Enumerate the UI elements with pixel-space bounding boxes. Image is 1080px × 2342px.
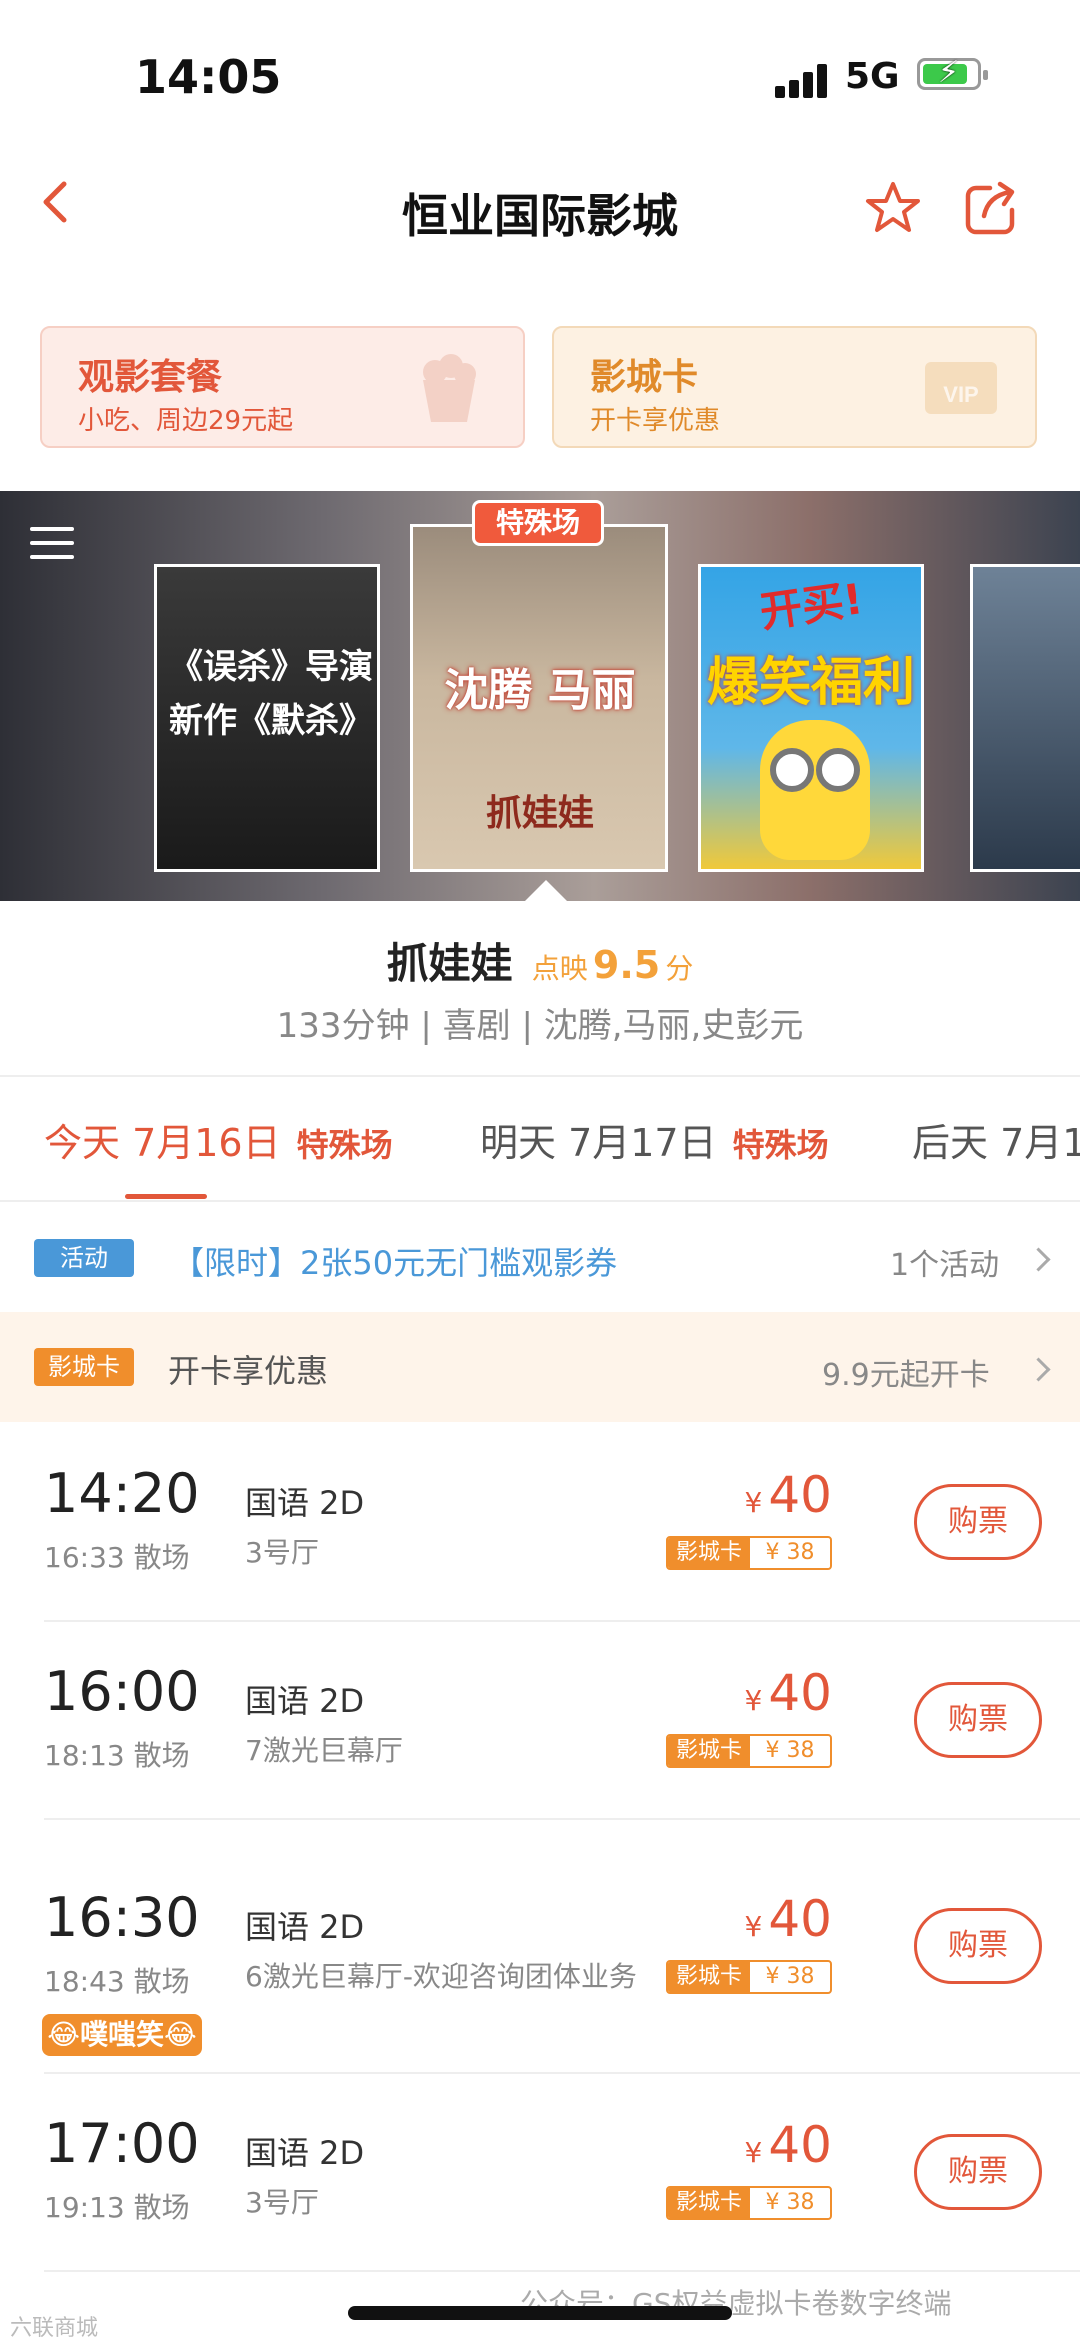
card-price-value: ¥ 38 bbox=[765, 2190, 815, 2215]
showtime-start: 17:00 bbox=[44, 2112, 200, 2175]
price-value: 40 bbox=[768, 1466, 832, 1524]
showtime-end: 19:13 散场 bbox=[44, 2191, 190, 2224]
laugh-tag-badge: 😂噗嗤笑😂 bbox=[42, 2014, 202, 2056]
minion-illustration bbox=[760, 720, 870, 860]
date-tab-today[interactable]: 今天 7月16日 特殊场 bbox=[44, 1112, 393, 1167]
divider bbox=[44, 2270, 1080, 2272]
showtime-end: 18:43 散场 bbox=[44, 1965, 190, 1998]
card-price-label: 影城卡 bbox=[668, 2188, 750, 2218]
divider bbox=[44, 1818, 1080, 1820]
list-menu-icon[interactable] bbox=[30, 523, 74, 563]
cinema-card-text: 开卡享优惠 bbox=[168, 1352, 329, 1390]
currency-symbol: ¥ bbox=[744, 2136, 763, 2169]
special-screening-tag: 特殊场 bbox=[472, 500, 604, 546]
showtime-start: 14:20 bbox=[44, 1462, 200, 1525]
movie-meta: 133分钟 | 喜剧 | 沈腾,马丽,史彭元 bbox=[276, 1006, 804, 1046]
watermark-left: 六联商城 bbox=[10, 2316, 99, 2341]
poster-zhuawawa-title: 抓娃娃 bbox=[485, 793, 594, 834]
signal-icon bbox=[775, 62, 831, 98]
currency-symbol: ¥ bbox=[744, 1486, 763, 1519]
card-price-tag: 影城卡 ¥ 38 bbox=[666, 1960, 832, 1994]
showtime-hall: 3号厅 bbox=[245, 1536, 319, 1569]
svg-text:VIP: VIP bbox=[943, 382, 978, 407]
showtime-hall: 3号厅 bbox=[245, 2186, 319, 2219]
date-tab-day-after[interactable]: 后天 7月1 bbox=[912, 1112, 1080, 1167]
movie-name: 抓娃娃 bbox=[386, 939, 513, 988]
date-tab-day-after-label: 后天 7月1 bbox=[912, 1121, 1080, 1165]
showtime-start: 16:00 bbox=[44, 1660, 200, 1723]
date-tab-tomorrow-label: 明天 7月17日 bbox=[480, 1121, 717, 1165]
showtime-price: ¥40 bbox=[732, 1466, 832, 1524]
showtime-price: ¥40 bbox=[732, 1890, 832, 1948]
date-tab-tomorrow-tag: 特殊场 bbox=[732, 1126, 829, 1164]
score-label: 点映 bbox=[531, 952, 588, 985]
cinema-card-badge: 影城卡 bbox=[34, 1348, 134, 1386]
showtime-end: 16:33 散场 bbox=[44, 1541, 190, 1574]
date-tab-today-tag: 特殊场 bbox=[296, 1126, 393, 1164]
showtime-price: ¥40 bbox=[732, 2116, 832, 2174]
showtime-language: 国语 2D bbox=[245, 2134, 365, 2172]
showtime-language: 国语 2D bbox=[245, 1484, 365, 1522]
card-price-value: ¥ 38 bbox=[765, 1540, 815, 1565]
movie-score: 9.5 bbox=[592, 943, 661, 987]
home-indicator[interactable] bbox=[348, 2306, 732, 2320]
popcorn-icon bbox=[423, 354, 476, 422]
buy-ticket-button[interactable]: 购票 bbox=[914, 1682, 1042, 1758]
price-value: 40 bbox=[768, 1664, 832, 1722]
activity-text[interactable]: 【限时】2张50元无门槛观影券 bbox=[172, 1238, 617, 1284]
date-tab-tomorrow[interactable]: 明天 7月17日 特殊场 bbox=[480, 1112, 829, 1167]
poster-zhuawawa-cast: 沈腾 马丽 bbox=[444, 665, 636, 716]
active-tab-indicator bbox=[125, 1194, 207, 1199]
showtime-language: 国语 2D bbox=[245, 1908, 365, 1946]
card-price-tag: 影城卡 ¥ 38 bbox=[666, 2186, 832, 2220]
meal-package-card[interactable]: 观影套餐 小吃、周边29元起 bbox=[40, 326, 525, 448]
vip-card-icon: VIP bbox=[925, 362, 997, 414]
divider bbox=[44, 2072, 1080, 2074]
activity-badge: 活动 bbox=[34, 1239, 134, 1277]
card-price-label: 影城卡 bbox=[668, 1736, 750, 1766]
share-icon[interactable] bbox=[962, 180, 1020, 238]
divider bbox=[0, 1075, 1080, 1077]
showtime-end: 18:13 散场 bbox=[44, 1739, 190, 1772]
chevron-right-icon bbox=[1026, 1247, 1051, 1272]
cinema-card-subtitle: 开卡享优惠 bbox=[590, 406, 721, 436]
date-tab-today-label: 今天 7月16日 bbox=[44, 1121, 281, 1165]
buy-ticket-button[interactable]: 购票 bbox=[914, 1484, 1042, 1560]
card-price-value: ¥ 38 bbox=[765, 1738, 815, 1763]
showtime-hall: 6激光巨幕厅-欢迎咨询团体业务 bbox=[245, 1960, 637, 1993]
showtime-language: 国语 2D bbox=[245, 1682, 365, 1720]
movie-title-row: 抓娃娃 点映 9.5 分 bbox=[0, 930, 1080, 991]
card-price-value: ¥ 38 bbox=[765, 1964, 815, 1989]
selected-pointer bbox=[524, 880, 568, 902]
cinema-card-title: 影城卡 bbox=[590, 357, 699, 398]
showtime-hall: 7激光巨幕厅 bbox=[245, 1734, 403, 1767]
star-icon[interactable] bbox=[865, 180, 921, 236]
battery-icon: ⚡ bbox=[917, 55, 988, 90]
currency-symbol: ¥ bbox=[744, 1910, 763, 1943]
score-unit: 分 bbox=[665, 952, 694, 985]
poster-next[interactable] bbox=[970, 564, 1080, 872]
cinema-card-price: 9.9元起开卡 bbox=[822, 1358, 990, 1393]
cinema-card-promo[interactable]: 影城卡 开卡享优惠 VIP bbox=[552, 326, 1037, 448]
card-price-label: 影城卡 bbox=[668, 1962, 750, 1992]
card-price-label: 影城卡 bbox=[668, 1538, 750, 1568]
price-value: 40 bbox=[768, 2116, 832, 2174]
currency-symbol: ¥ bbox=[744, 1684, 763, 1717]
status-time: 14:05 bbox=[135, 50, 282, 104]
divider bbox=[0, 1200, 1080, 1202]
showtime-price: ¥40 bbox=[732, 1664, 832, 1722]
meal-package-subtitle: 小吃、周边29元起 bbox=[78, 406, 294, 436]
network-type: 5G bbox=[845, 56, 900, 97]
showtime-start: 16:30 bbox=[44, 1886, 200, 1949]
card-price-tag: 影城卡 ¥ 38 bbox=[666, 1734, 832, 1768]
buy-ticket-button[interactable]: 购票 bbox=[914, 2134, 1042, 2210]
buy-ticket-button[interactable]: 购票 bbox=[914, 1908, 1042, 1984]
meal-package-title: 观影套餐 bbox=[78, 357, 223, 398]
poster-mosha-text: 《误杀》导演新作《默杀》 bbox=[169, 647, 373, 741]
activity-count[interactable]: 1个活动 bbox=[890, 1240, 999, 1284]
card-price-tag: 影城卡 ¥ 38 bbox=[666, 1536, 832, 1570]
divider bbox=[44, 1620, 1080, 1622]
price-value: 40 bbox=[768, 1890, 832, 1948]
